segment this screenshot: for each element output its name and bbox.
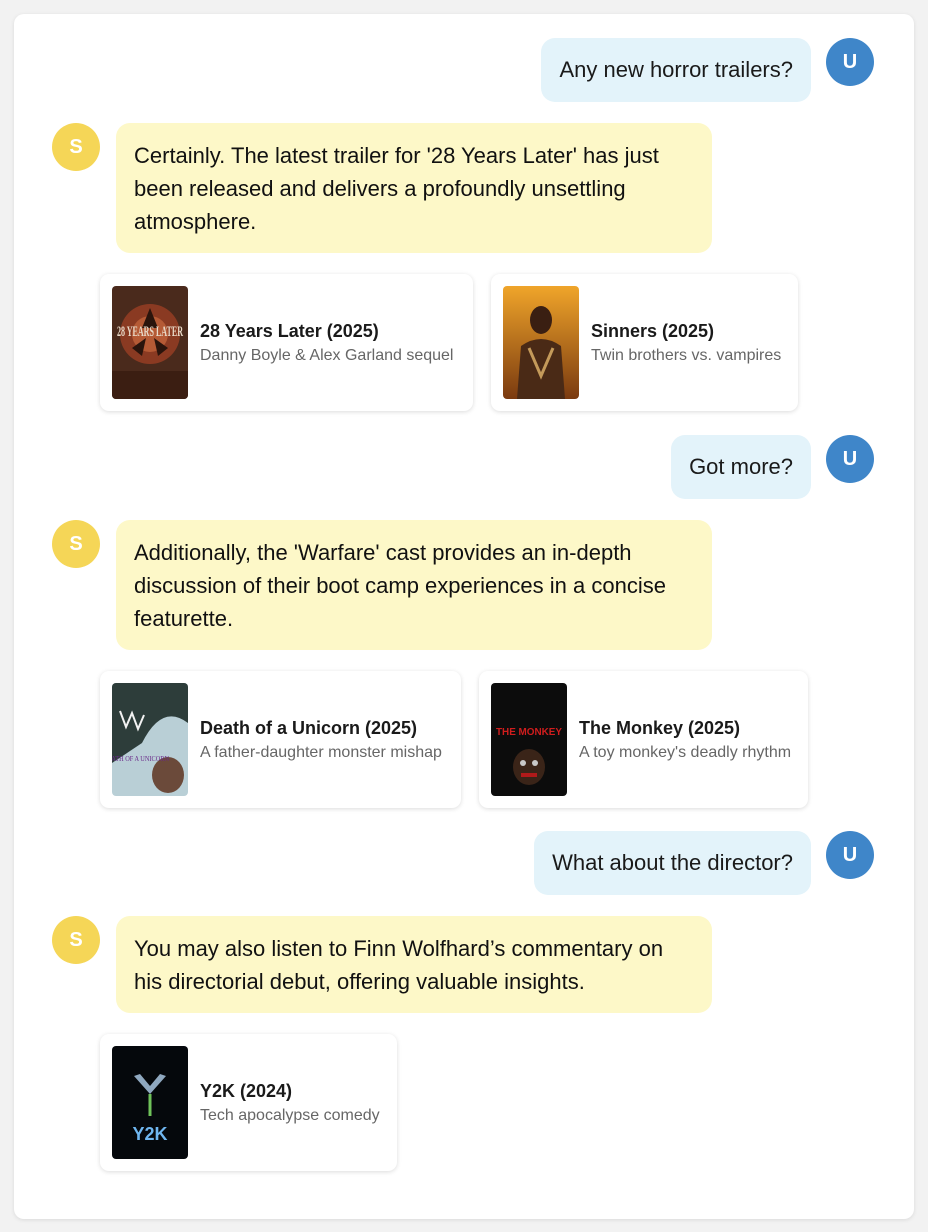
user-message: What about the director? — [534, 831, 811, 895]
card-title: Death of a Unicorn (2025) — [200, 717, 418, 738]
user-avatar: U — [826, 38, 874, 86]
poster-title-text: THE MONKEY — [496, 727, 562, 738]
user-avatar: U — [826, 435, 874, 483]
system-avatar: S — [52, 520, 100, 568]
user-avatar: U — [826, 831, 874, 879]
poster-title-text: Y2K — [132, 1124, 167, 1144]
assistant-message: Additionally, the 'Warfare' cast provide… — [116, 520, 712, 650]
assistant-message: You may also listen to Finn Wolfhard’s c… — [116, 916, 712, 1013]
assistant-message: Certainly. The latest trailer for '28 Ye… — [116, 123, 712, 253]
card-title: 28 Years Later (2025) — [200, 320, 379, 341]
user-message: Got more? — [671, 435, 811, 499]
poster-y2k: Y2K — [112, 1046, 188, 1159]
card-subtitle: A father-daughter monster mishap — [200, 743, 442, 761]
movie-card-the-monkey[interactable]: THE MONKEY The Monkey (2025) A toy monke… — [479, 671, 808, 808]
user-message: Any new horror trailers? — [541, 38, 811, 102]
card-subtitle: Danny Boyle & Alex Garland sequel — [200, 346, 454, 364]
poster-sinners — [503, 286, 579, 399]
card-title: Y2K (2024) — [200, 1080, 293, 1101]
card-subtitle: Twin brothers vs. vampires — [591, 346, 782, 364]
poster-title-text: DEATH OF A UNICORN — [112, 755, 169, 763]
movie-card-28-years-later[interactable]: 28 YEARS LATER 28 Years Later (2025) Dan… — [100, 274, 473, 411]
card-subtitle: A toy monkey's deadly rhythm — [579, 743, 792, 761]
poster-death-of-a-unicorn: DEATH OF A UNICORN — [112, 683, 188, 796]
movie-card-sinners[interactable]: Sinners (2025) Twin brothers vs. vampire… — [491, 274, 798, 411]
poster-title-text: 28 YEARS LATER — [117, 324, 183, 340]
card-title: The Monkey (2025) — [579, 717, 741, 738]
card-subtitle: Tech apocalypse comedy — [200, 1106, 380, 1124]
poster-the-monkey: THE MONKEY — [491, 683, 567, 796]
system-avatar: S — [52, 916, 100, 964]
movie-card-death-of-a-unicorn[interactable]: DEATH OF A UNICORN Death of a Unicorn (2… — [100, 671, 461, 808]
movie-card-y2k[interactable]: Y2K Y2K (2024) Tech apocalypse comedy — [100, 1034, 397, 1171]
poster-28-years-later: 28 YEARS LATER — [112, 286, 188, 399]
card-title: Sinners (2025) — [591, 320, 715, 341]
system-avatar: S — [52, 123, 100, 171]
